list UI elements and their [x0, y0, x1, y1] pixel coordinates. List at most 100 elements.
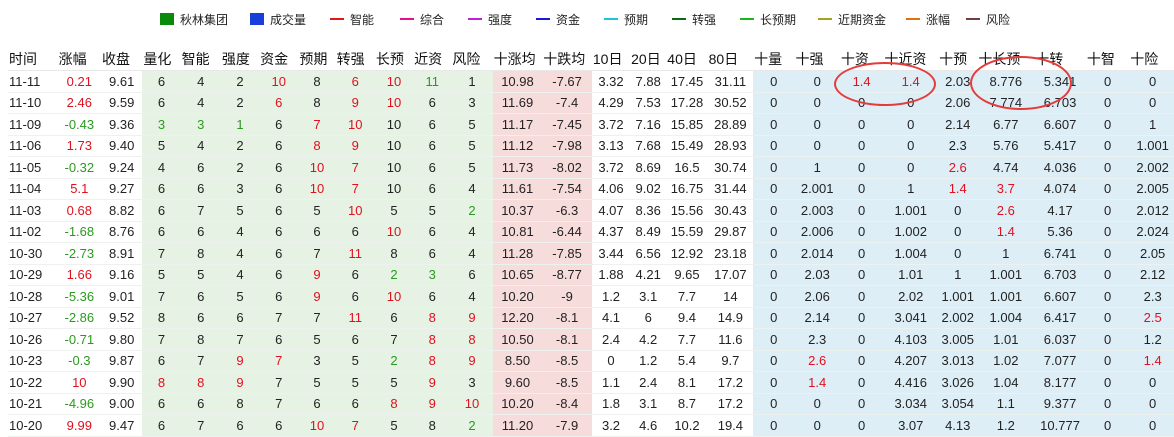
- table-cell: 7.077: [1034, 350, 1086, 372]
- table-row[interactable]: 11-03 0.68 8.82 6 7 5 6 5 10 5 5 2 10.37 -6.3 4.07 8.36…: [8, 199, 1174, 222]
- column-header[interactable]: 转强: [335, 48, 375, 71]
- table-row[interactable]: 11-09 -0.43 9.36 3 3 1 6 7 10 10 6 5 11.17 -7.45 3.72 7…: [8, 113, 1174, 136]
- table-cell: 5: [374, 199, 414, 222]
- table-row[interactable]: 10-21 -4.96 9.00 6 6 8 7 6 6 8 9 10 10.20 -8.4 1.8 3.1 8…: [8, 393, 1174, 415]
- table-cell: 6: [298, 393, 336, 415]
- legend-item[interactable]: 风险: [966, 9, 1010, 29]
- column-header[interactable]: 智能: [180, 48, 221, 71]
- legend-item[interactable]: 资金: [536, 9, 580, 29]
- annotation-circle-1: [834, 62, 936, 106]
- column-header[interactable]: 十险: [1129, 48, 1174, 71]
- table-cell: 4.207: [883, 350, 939, 372]
- table-cell: 4: [220, 264, 260, 286]
- column-header[interactable]: 资金: [259, 48, 299, 71]
- column-header[interactable]: 涨幅: [57, 48, 102, 71]
- column-header[interactable]: 长预: [374, 48, 414, 71]
- table-cell: 11-03: [8, 199, 58, 222]
- table-cell: 10.20: [492, 393, 543, 415]
- column-header[interactable]: 收盘: [101, 48, 143, 71]
- table-cell: 1: [220, 113, 260, 136]
- column-header[interactable]: 十预: [938, 48, 978, 71]
- table-row[interactable]: 10-28 -5.36 9.01 7 6 5 6 9 6 10 6 4 10.20 -9 1.2 3.1 7.7…: [8, 285, 1174, 308]
- table-row[interactable]: 10-20 9.99 9.47 6 7 6 6 10 7 5 8 2 11.20 -7.9 3.2 4.6 10…: [8, 414, 1174, 437]
- table-cell: 7.16: [630, 113, 667, 136]
- table-cell: 7: [259, 371, 299, 394]
- legend-item[interactable]: 转强: [672, 9, 716, 29]
- table-cell: 5.4: [666, 350, 708, 372]
- table-cell: 0: [839, 414, 884, 437]
- table-cell: 10: [374, 135, 414, 157]
- table-cell: 0: [1085, 242, 1130, 265]
- table-cell: 0: [1085, 221, 1130, 243]
- table-cell: 6: [259, 113, 299, 136]
- column-header[interactable]: 10日: [591, 48, 631, 71]
- legend-item[interactable]: 预期: [604, 9, 648, 29]
- table-cell: 3.32: [591, 70, 631, 93]
- table-cell: 1.004: [883, 242, 939, 265]
- table-cell: -7.45: [542, 113, 592, 136]
- table-cell: 11.17: [492, 113, 543, 136]
- column-header[interactable]: 十智: [1085, 48, 1130, 71]
- column-header[interactable]: 十跌均: [542, 48, 592, 71]
- table-cell: 0: [753, 371, 795, 394]
- table-cell: 1.04: [977, 371, 1035, 394]
- table-cell: 11: [335, 242, 375, 265]
- table-cell: 0: [591, 350, 631, 372]
- table-row[interactable]: 11-06 1.73 9.40 5 4 2 6 8 9 10 6 5 11.12 -7.98 3.13 7.6…: [8, 135, 1174, 157]
- table-row[interactable]: 10-29 1.66 9.16 5 5 4 6 9 6 2 3 6 10.65 -8.77 1.88 4.21…: [8, 264, 1174, 286]
- table-cell: 0: [1085, 70, 1130, 93]
- column-header[interactable]: 40日: [666, 48, 708, 71]
- table-row[interactable]: 10-23 -0.3 9.87 6 7 9 7 3 5 2 8 9 8.50 -8.5 0 1.2 5.4 9.7…: [8, 350, 1174, 372]
- table-cell: 9.24: [101, 156, 143, 179]
- legend-item[interactable]: 涨幅: [906, 9, 950, 29]
- table-cell: -0.32: [57, 156, 102, 179]
- column-header[interactable]: 80日: [707, 48, 754, 71]
- legend-item[interactable]: 智能: [330, 9, 374, 29]
- column-header[interactable]: 预期: [298, 48, 336, 71]
- table-cell: 0: [938, 242, 978, 265]
- column-header[interactable]: 时间: [8, 48, 58, 71]
- table-row[interactable]: 10-22 10 9.90 8 8 9 7 5 5 5 9 3 9.60 -8.5 1.1 2.4 8.1 17.…: [8, 371, 1174, 394]
- legend-label: 综合: [420, 12, 445, 27]
- table-cell: 6.703: [1034, 264, 1086, 286]
- table-row[interactable]: 11-05 -0.32 9.24 4 6 2 6 10 7 10 6 5 11.73 -8.02 3.72 8…: [8, 156, 1174, 179]
- table-cell: 16.75: [666, 178, 708, 200]
- table-cell: 2.6: [794, 350, 840, 372]
- table-cell: 8: [374, 242, 414, 265]
- column-header[interactable]: 量化: [142, 48, 181, 71]
- table-row[interactable]: 10-26 -0.71 9.80 7 8 7 6 5 6 7 8 8 10.50 -8.1 2.4 4.2 7.…: [8, 328, 1174, 351]
- column-header[interactable]: 十涨均: [492, 48, 543, 71]
- legend-swatch-icon: [160, 13, 174, 25]
- table-cell: 9: [220, 371, 260, 394]
- table-row[interactable]: 11-04 5.1 9.27 6 6 3 6 10 7 10 6 4 11.61 -7.54 4.06 9.0…: [8, 178, 1174, 200]
- table-cell: 11-11: [8, 70, 58, 93]
- column-header[interactable]: 风险: [451, 48, 493, 71]
- table-cell: 3.7: [977, 178, 1035, 200]
- legend-item[interactable]: 秋林集团: [160, 9, 228, 29]
- legend-item[interactable]: 成交量: [250, 9, 306, 29]
- table-cell: 6.56: [630, 242, 667, 265]
- legend-item[interactable]: 长预期: [740, 9, 796, 29]
- column-header[interactable]: 近资: [413, 48, 452, 71]
- table-cell: 31.44: [707, 178, 754, 200]
- table-cell: 2: [220, 135, 260, 157]
- table-cell: 15.59: [666, 221, 708, 243]
- column-header[interactable]: 十量: [753, 48, 795, 71]
- column-header[interactable]: 强度: [220, 48, 260, 71]
- table-cell: 17.2: [707, 371, 754, 394]
- table-cell: 2.05: [1129, 242, 1174, 265]
- legend-swatch-icon: [906, 18, 920, 20]
- table-cell: 17.28: [666, 92, 708, 114]
- table-row[interactable]: 10-30 -2.73 8.91 7 8 4 6 7 11 8 6 4 11.28 -7.85 3.44 6.…: [8, 242, 1174, 265]
- legend-item[interactable]: 强度: [468, 9, 512, 29]
- table-cell: 10-21: [8, 393, 58, 415]
- legend-item[interactable]: 综合: [400, 9, 444, 29]
- table-cell: -0.3: [57, 350, 102, 372]
- table-cell: 6: [259, 178, 299, 200]
- column-header[interactable]: 十强: [794, 48, 840, 71]
- legend-item[interactable]: 近期资金: [818, 9, 886, 29]
- table-row[interactable]: 10-27 -2.86 9.52 8 6 6 7 7 11 6 8 9 12.20 -8.1 4.1 6 9.4…: [8, 307, 1174, 329]
- column-header[interactable]: 20日: [630, 48, 667, 71]
- table-row[interactable]: 11-02 -1.68 8.76 6 6 4 6 6 6 10 6 4 10.81 -6.44 4.37 8.…: [8, 221, 1174, 243]
- table-cell: 8.7: [666, 393, 708, 415]
